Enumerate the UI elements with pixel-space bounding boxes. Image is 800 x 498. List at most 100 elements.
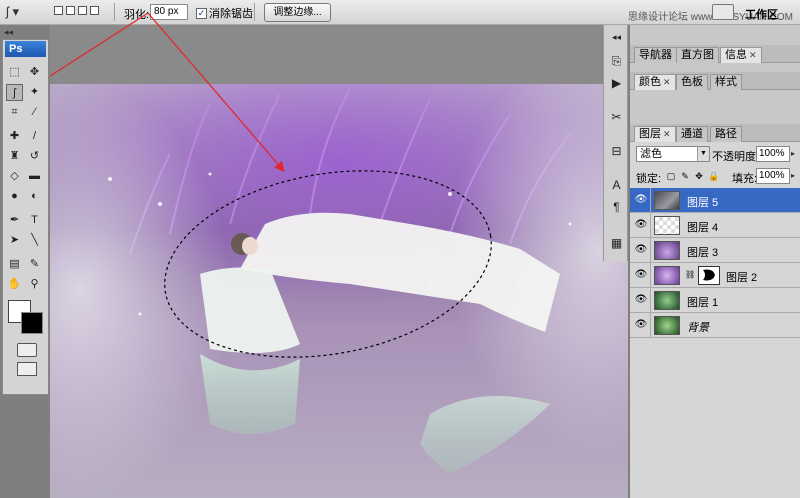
intersect-selection-icon[interactable] — [90, 6, 99, 15]
line-tool-icon[interactable]: ╲ — [26, 232, 43, 249]
brushes-panel-icon[interactable]: ⊟ — [608, 143, 625, 159]
layer-thumbnail — [654, 241, 680, 260]
divider — [650, 238, 651, 263]
eraser-icon[interactable]: ◇ — [6, 168, 23, 185]
notes-tool-icon[interactable]: ▤ — [6, 256, 23, 273]
move-tool-icon[interactable]: ✥ — [26, 64, 43, 81]
visibility-eye-icon[interactable]: 👁 — [634, 244, 648, 256]
document-canvas[interactable] — [50, 84, 628, 498]
blur-tool-icon[interactable]: ● — [6, 188, 23, 205]
layer-comps-icon[interactable]: ▦ — [608, 235, 625, 251]
visibility-eye-icon[interactable]: 👁 — [634, 319, 648, 331]
new-selection-icon[interactable] — [54, 6, 63, 15]
layer-row-3[interactable]: 👁 图层 3 — [630, 238, 800, 263]
subtract-selection-icon[interactable] — [78, 6, 87, 15]
close-icon[interactable]: ✕ — [663, 77, 671, 87]
tab-info-label: 信息 — [725, 49, 747, 61]
divider — [650, 313, 651, 338]
lock-pixels-icon[interactable]: ✎ — [680, 171, 690, 181]
color-sampler-icon[interactable]: ✎ — [26, 256, 43, 273]
marquee-tool-icon[interactable]: ⬚ — [6, 64, 23, 81]
visibility-eye-icon[interactable]: 👁 — [634, 219, 648, 231]
workspace-menu[interactable]: 工作区 — [745, 6, 778, 22]
tab-color-label: 颜色 — [639, 76, 661, 88]
layer-mask-thumbnail[interactable] — [698, 266, 720, 285]
paragraph-panel-icon[interactable]: ¶ — [608, 199, 625, 215]
lock-all-icon[interactable]: 🔒 — [708, 171, 719, 181]
clone-stamp-icon[interactable]: ♜ — [6, 148, 23, 165]
toolbox: ◂◂ Ps ⬚ ✥ ʃ ✦ ⌗ ⁄ ✚ / ♜ ↺ ◇ ▬ ● ◐ ✒ T ➤ … — [0, 25, 50, 498]
crop-tool-icon[interactable]: ⌗ — [6, 104, 23, 121]
chain-link-icon[interactable]: ⛓ — [685, 270, 695, 279]
lock-transparency-icon[interactable]: ▢ — [666, 171, 676, 181]
close-icon[interactable]: ✕ — [663, 129, 671, 139]
lock-position-icon[interactable]: ✥ — [694, 171, 704, 181]
blend-mode-value: 滤色 — [640, 148, 662, 160]
gradient-tool-icon[interactable]: ▬ — [26, 168, 43, 185]
history-panel-icon[interactable]: ⎘ — [608, 53, 625, 69]
checkbox-checked-icon[interactable]: ✓ — [196, 7, 207, 19]
color-tab-row: 颜色 ✕ 色板 样式 — [630, 72, 800, 90]
tab-info[interactable]: 信息 ✕ — [720, 47, 762, 63]
fill-input[interactable]: 100% — [756, 168, 790, 184]
dock-collapse-icon[interactable]: ◂◂ — [608, 29, 625, 45]
layer-row-background[interactable]: 👁 背景 — [630, 313, 800, 338]
layer-name: 图层 3 — [687, 247, 719, 259]
close-icon[interactable]: ✕ — [749, 50, 757, 60]
divider — [254, 3, 255, 21]
layer-row-4[interactable]: 👁 图层 4 — [630, 213, 800, 238]
quick-mask-icon[interactable] — [17, 343, 37, 357]
opacity-input[interactable]: 100% — [756, 146, 790, 162]
add-selection-icon[interactable] — [66, 6, 75, 15]
eyedropper-icon[interactable]: ⁄ — [26, 104, 43, 121]
mask-shape-icon — [703, 269, 715, 281]
dodge-tool-icon[interactable]: ◐ — [26, 188, 43, 205]
refine-edge-button[interactable]: 调整边缘... — [264, 3, 331, 22]
layer-row-1[interactable]: 👁 图层 1 — [630, 288, 800, 313]
anti-alias-checkbox[interactable]: ✓ 消除锯齿 — [196, 5, 253, 21]
tab-channels[interactable]: 通道 — [676, 126, 708, 142]
healing-brush-icon[interactable]: ✚ — [6, 128, 23, 145]
visibility-eye-icon[interactable]: 👁 — [634, 269, 648, 281]
background-color-swatch[interactable] — [21, 312, 43, 334]
tools-panel: Ps ⬚ ✥ ʃ ✦ ⌗ ⁄ ✚ / ♜ ↺ ◇ ▬ ● ◐ ✒ T ➤ ╲ ▤… — [2, 39, 49, 395]
layer-thumbnail — [654, 266, 680, 285]
history-brush-icon[interactable]: ↺ — [26, 148, 43, 165]
lasso-tool-icon[interactable]: ʃ — [6, 84, 23, 101]
blend-mode-select[interactable]: 滤色 ▼ — [636, 146, 710, 162]
ps-logo: Ps — [5, 41, 46, 57]
path-select-icon[interactable]: ➤ — [6, 232, 23, 249]
tab-styles[interactable]: 样式 — [710, 74, 742, 90]
magic-wand-icon[interactable]: ✦ — [26, 84, 43, 101]
tab-layers[interactable]: 图层 ✕ — [634, 126, 676, 142]
visibility-eye-icon[interactable]: 👁 — [634, 294, 648, 306]
layer-row-5[interactable]: 👁 图层 5 — [630, 188, 800, 213]
visibility-eye-icon[interactable]: 👁 — [634, 194, 648, 206]
lasso-tool-preset-icon[interactable]: ʃ ▾ — [6, 3, 40, 21]
workspace-switcher-icon[interactable] — [712, 4, 734, 20]
tab-paths[interactable]: 路径 — [710, 126, 742, 142]
layer-name: 图层 4 — [687, 222, 719, 234]
collapse-icon[interactable]: ◂◂ — [4, 27, 13, 38]
layer-thumbnail — [654, 316, 680, 335]
hand-tool-icon[interactable]: ✋ — [6, 276, 23, 293]
character-panel-icon[interactable]: A — [608, 177, 625, 193]
pen-tool-icon[interactable]: ✒ — [6, 212, 23, 229]
tab-color[interactable]: 颜色 ✕ — [634, 74, 676, 90]
tab-navigator[interactable]: 导航器 — [634, 47, 677, 63]
fill-arrow-icon[interactable]: ▸ — [791, 168, 799, 184]
opacity-arrow-icon[interactable]: ▸ — [791, 146, 799, 162]
zoom-tool-icon[interactable]: ⚲ — [26, 276, 43, 293]
tab-histogram[interactable]: 直方图 — [676, 47, 719, 63]
layer-name: 图层 2 — [726, 272, 758, 284]
layer-thumbnail — [654, 216, 680, 235]
actions-panel-icon[interactable]: ▶ — [608, 75, 625, 91]
brush-tool-icon[interactable]: / — [26, 128, 43, 145]
tab-swatches[interactable]: 色板 — [676, 74, 708, 90]
layer-row-2[interactable]: 👁 ⛓ 图层 2 — [630, 263, 800, 288]
type-tool-icon[interactable]: T — [26, 212, 43, 229]
feather-input[interactable]: 80 px — [150, 4, 188, 20]
tool-presets-icon[interactable]: ✂ — [608, 109, 625, 125]
layer-name: 图层 5 — [687, 197, 719, 209]
screen-mode-icon[interactable] — [17, 362, 37, 376]
